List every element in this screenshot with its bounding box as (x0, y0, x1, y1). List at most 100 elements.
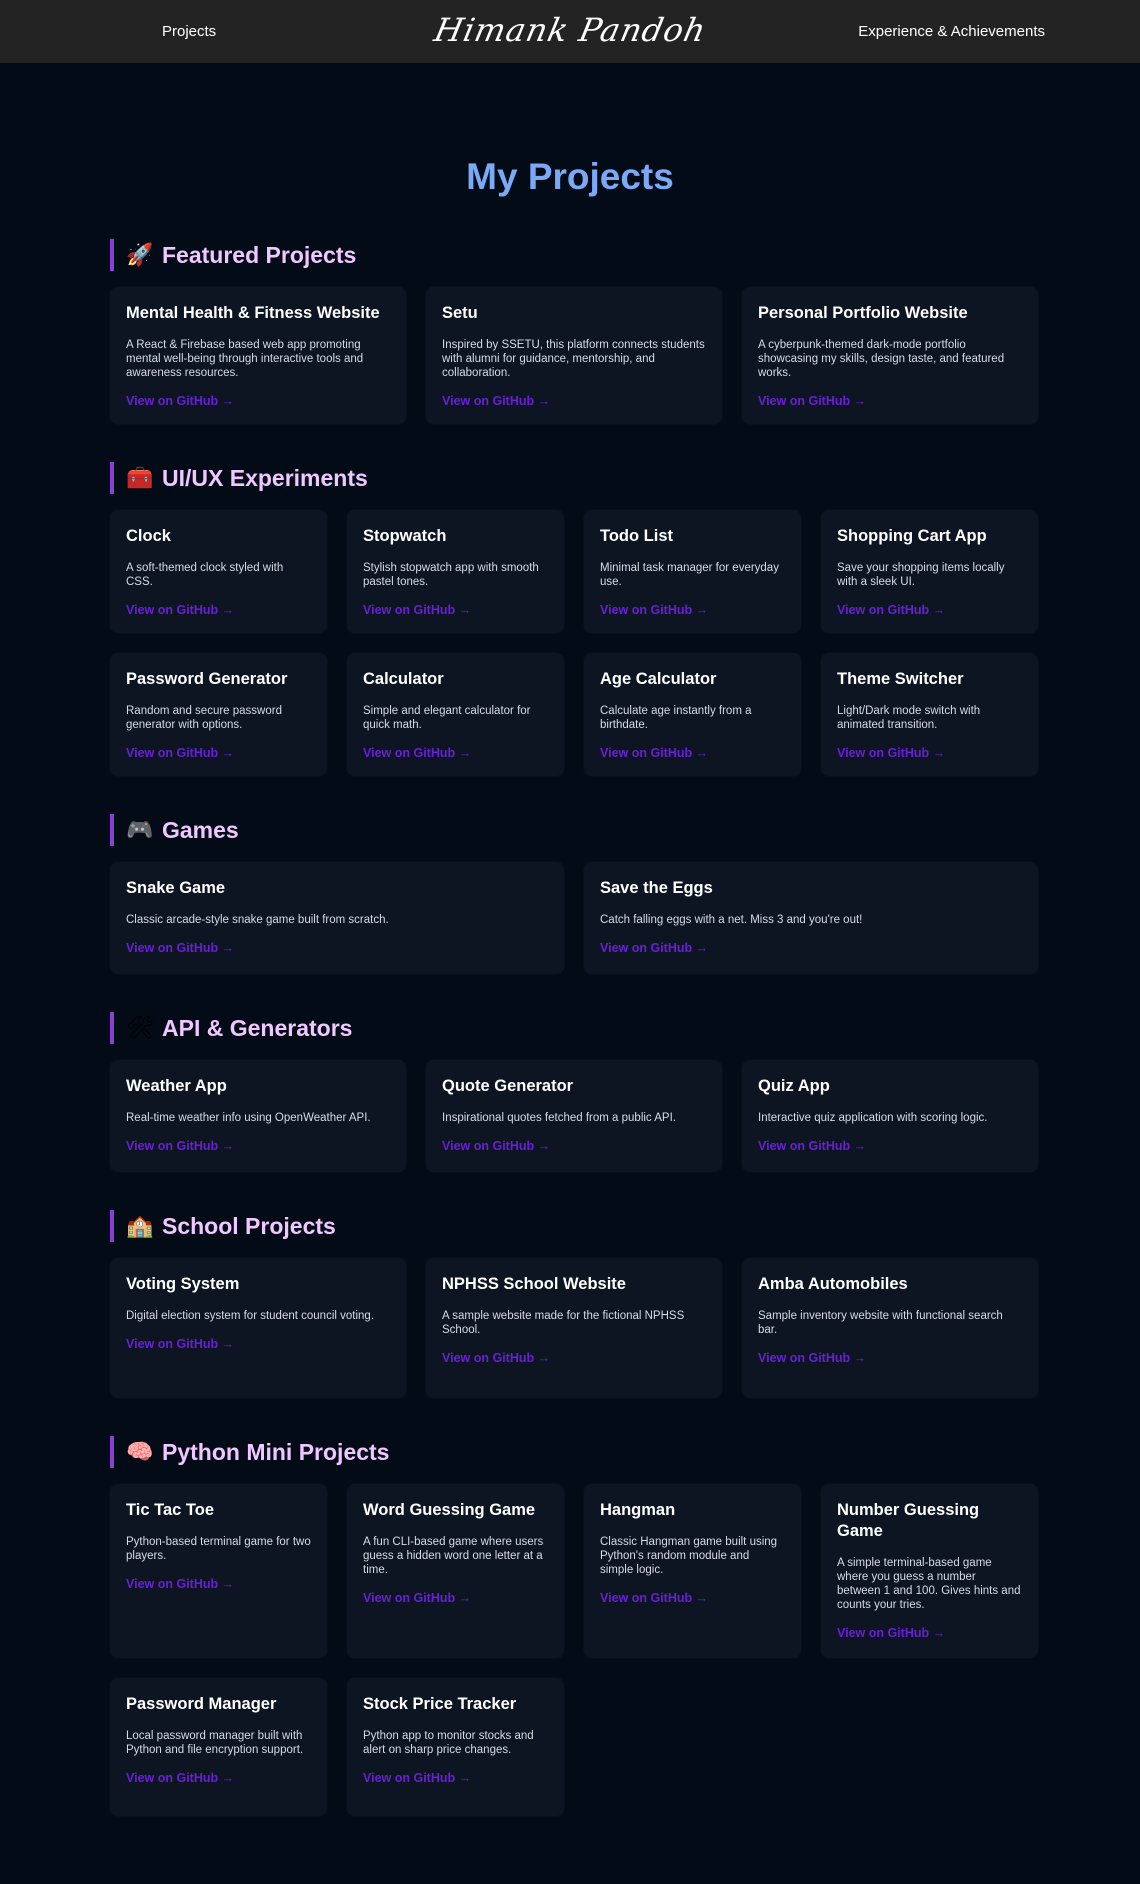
project-title: Setu (442, 304, 478, 322)
github-link[interactable]: View on GitHub → (126, 941, 234, 955)
section-title: Featured Projects (162, 241, 357, 268)
navbar: Projects Himank Pandoh Experience & Achi… (0, 0, 1140, 63)
github-link[interactable]: View on GitHub → (442, 1139, 550, 1153)
section-header: 🧠 Python Mini Projects (110, 1436, 1030, 1468)
project-card: Voting System Digital election system fo… (110, 1258, 406, 1398)
section-ui-ux-experiments: 🧰 UI/UX Experiments Clock A soft-themed … (110, 462, 1038, 776)
github-link[interactable]: View on GitHub → (837, 746, 945, 760)
project-description: Inspirational quotes fetched from a publ… (442, 1112, 676, 1124)
github-link[interactable]: View on GitHub → (126, 1771, 234, 1785)
section-title: API & Generators (162, 1014, 353, 1041)
project-card: Snake Game Classic arcade-style snake ga… (110, 862, 564, 974)
section-python-mini-projects: 🧠 Python Mini Projects Tic Tac Toe Pytho… (110, 1436, 1038, 1816)
project-description: Digital election system for student coun… (126, 1310, 375, 1322)
project-title: Amba Automobiles (758, 1275, 908, 1293)
github-link[interactable]: View on GitHub → (758, 1139, 866, 1153)
project-description: A soft-themed clock styled with CSS. (126, 562, 284, 588)
project-title: Password Generator (126, 670, 288, 688)
github-link[interactable]: View on GitHub → (363, 603, 471, 617)
project-card: Number Guessing Game A simple terminal-b… (821, 1484, 1038, 1658)
nav-experience-link[interactable]: Experience & Achievements (858, 0, 1045, 63)
project-description: Simple and elegant calculator for quick … (363, 705, 531, 731)
section-school-projects: 🏫 School Projects Voting System Digital … (110, 1210, 1038, 1398)
github-link[interactable]: View on GitHub → (363, 746, 471, 760)
github-link[interactable]: View on GitHub → (758, 394, 866, 408)
project-title: Stopwatch (363, 527, 447, 545)
project-card: Stopwatch Stylish stopwatch app with smo… (347, 510, 564, 633)
project-card: Shopping Cart App Save your shopping ite… (821, 510, 1038, 633)
project-card: Age Calculator Calculate age instantly f… (584, 653, 801, 776)
project-title: Calculator (363, 670, 444, 688)
project-card: Password Generator Random and secure pas… (110, 653, 327, 776)
project-title: NPHSS School Website (442, 1275, 626, 1293)
section-header: 🧰 UI/UX Experiments (110, 462, 1030, 494)
project-description: Python app to monitor stocks and alert o… (363, 1730, 534, 1756)
github-link[interactable]: View on GitHub → (126, 603, 234, 617)
project-title: Snake Game (126, 879, 226, 897)
project-title: Quiz App (758, 1077, 830, 1095)
github-link[interactable]: View on GitHub → (600, 746, 708, 760)
github-link[interactable]: View on GitHub → (363, 1591, 471, 1605)
project-card: Quiz App Interactive quiz application wi… (742, 1060, 1038, 1172)
github-link[interactable]: View on GitHub → (837, 603, 945, 617)
project-title: Todo List (600, 527, 674, 545)
github-link[interactable]: View on GitHub → (837, 1626, 945, 1640)
school-icon: 🏫 (126, 1213, 154, 1238)
project-description: Classic arcade-style snake game built fr… (126, 914, 389, 926)
project-card: Password Manager Local password manager … (110, 1678, 327, 1816)
section-header: 🚀 Featured Projects (110, 239, 1030, 271)
rocket-icon: 🚀 (126, 242, 154, 267)
project-description: Calculate age instantly from a birthdate… (600, 705, 752, 731)
project-description: Save your shopping items locally with a … (837, 562, 1005, 588)
project-title: Save the Eggs (600, 879, 713, 897)
github-link[interactable]: View on GitHub → (442, 1351, 550, 1365)
project-title: Voting System (126, 1275, 240, 1293)
project-description: Python-based terminal game for two playe… (126, 1536, 311, 1562)
github-link[interactable]: View on GitHub → (758, 1351, 866, 1365)
project-card: Word Guessing Game A fun CLI-based game … (347, 1484, 564, 1658)
section-header: 🏫 School Projects (110, 1210, 1030, 1242)
project-title: Word Guessing Game (363, 1501, 536, 1519)
section-title: Python Mini Projects (162, 1438, 390, 1465)
project-description: Interactive quiz application with scorin… (758, 1112, 988, 1124)
github-link[interactable]: View on GitHub → (126, 1139, 234, 1153)
project-description: Random and secure password generator wit… (126, 705, 282, 731)
project-title: Stock Price Tracker (363, 1695, 517, 1713)
github-link[interactable]: View on GitHub → (600, 603, 708, 617)
main-content: My Projects 🚀 Featured Projects Mental H… (0, 63, 1140, 1884)
project-card: Todo List Minimal task manager for every… (584, 510, 801, 633)
github-link[interactable]: View on GitHub → (126, 1577, 234, 1591)
project-description: A React & Firebase based web app promoti… (126, 339, 364, 379)
section-title: UI/UX Experiments (162, 464, 368, 491)
project-description: A sample website made for the fictional … (442, 1310, 685, 1336)
github-link[interactable]: View on GitHub → (126, 746, 234, 760)
project-description: Inspired by SSETU, this platform connect… (442, 339, 705, 379)
project-title: Personal Portfolio Website (758, 304, 968, 322)
github-link[interactable]: View on GitHub → (442, 394, 550, 408)
project-title: Shopping Cart App (837, 527, 987, 545)
project-title: Number Guessing Game (837, 1501, 980, 1540)
project-title: Password Manager (126, 1695, 277, 1713)
github-link[interactable]: View on GitHub → (600, 941, 708, 955)
project-description: A cyberpunk-themed dark-mode portfolio s… (758, 339, 1005, 379)
tools-icon: 🛠 (126, 1015, 154, 1040)
project-description: Sample inventory website with functional… (758, 1310, 1003, 1336)
github-link[interactable]: View on GitHub → (126, 1337, 234, 1351)
github-link[interactable]: View on GitHub → (126, 394, 234, 408)
github-link[interactable]: View on GitHub → (600, 1591, 708, 1605)
project-card: Amba Automobiles Sample inventory websit… (742, 1258, 1038, 1398)
project-description: Classic Hangman game built using Python'… (600, 1536, 778, 1576)
section-header: 🛠 API & Generators (110, 1012, 1030, 1044)
section-api-generators: 🛠 API & Generators Weather App Real-time… (110, 1012, 1038, 1172)
project-description: Stylish stopwatch app with smooth pastel… (363, 562, 539, 588)
project-card: Setu Inspired by SSETU, this platform co… (426, 287, 722, 424)
project-title: Clock (126, 527, 171, 545)
project-description: Local password manager built with Python… (126, 1730, 304, 1756)
project-title: Tic Tac Toe (126, 1501, 215, 1519)
project-title: Weather App (126, 1077, 227, 1095)
project-card: Stock Price Tracker Python app to monito… (347, 1678, 564, 1816)
section-title: School Projects (162, 1212, 336, 1239)
github-link[interactable]: View on GitHub → (363, 1771, 471, 1785)
project-card: Calculator Simple and elegant calculator… (347, 653, 564, 776)
project-card: Theme Switcher Light/Dark mode switch wi… (821, 653, 1038, 776)
